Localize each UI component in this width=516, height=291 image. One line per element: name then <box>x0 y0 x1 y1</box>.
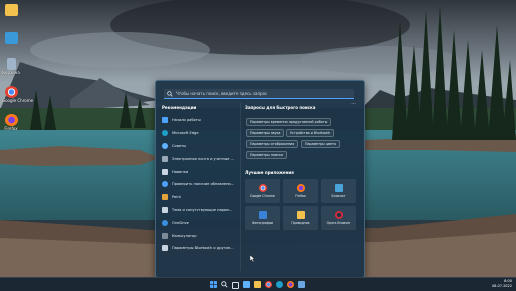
chrome-icon <box>258 184 267 192</box>
list-item-mail-accounts[interactable]: Электронная почта и учетные ... <box>162 152 237 165</box>
paint-icon <box>162 194 168 201</box>
recommended-title: Рекомендации <box>162 105 197 110</box>
column-divider <box>240 103 241 271</box>
store-icon[interactable] <box>298 281 305 288</box>
quick-search-chip[interactable]: Параметры отображения <box>246 140 299 148</box>
top-app-opera[interactable]: Opera Browser <box>321 206 356 230</box>
quick-search-chip[interactable]: Параметры звука <box>246 129 285 137</box>
recycle-bin-icon <box>6 58 16 70</box>
list-item-theme[interactable]: Тема и сопутствующие парам... <box>162 204 237 217</box>
this-pc-icon <box>4 32 18 44</box>
list-item-check-updates[interactable]: Проверить наличие обновлени... <box>162 178 237 191</box>
desktop-icon-folder[interactable] <box>2 4 20 16</box>
list-item-bluetooth[interactable]: Параметры Bluetooth и другие... <box>162 242 237 255</box>
notepad-icon <box>334 184 343 192</box>
folder-icon <box>4 4 18 16</box>
more-icon[interactable]: ··· <box>351 102 356 107</box>
firefox-icon <box>4 114 18 126</box>
photos-icon <box>258 211 267 219</box>
desktop-icon-this-pc[interactable] <box>2 32 20 44</box>
search-box[interactable]: Чтобы начать поиск, введите здесь запрос <box>164 89 354 99</box>
list-item-edge[interactable]: Microsoft Edge <box>162 127 237 140</box>
onedrive-icon <box>162 219 168 226</box>
tips-icon <box>162 142 168 149</box>
edge-icon <box>162 130 168 137</box>
firefox-icon[interactable] <box>287 281 294 288</box>
top-apps-title: Лучшие приложения <box>245 170 294 175</box>
search-panel: Чтобы начать поиск, введите здесь запрос… <box>155 80 365 278</box>
quick-search-chip[interactable]: Параметры цвета <box>301 140 340 148</box>
clock-date: 08.07.2022 <box>491 284 512 288</box>
quick-search-chip[interactable]: Параметры временно продуктивной работы <box>246 118 332 126</box>
theme-icon <box>162 206 168 213</box>
explorer-icon <box>296 211 305 219</box>
taskbar: 8:00 08.07.2022 <box>0 277 516 291</box>
search-icon[interactable] <box>221 281 228 288</box>
explorer-icon[interactable] <box>254 281 261 288</box>
start-icon[interactable] <box>210 281 217 288</box>
update-icon <box>162 181 168 188</box>
list-item-getting-started[interactable]: Начало работы <box>162 114 237 127</box>
desktop-icon-recycle-bin[interactable]: Корзина <box>2 58 20 75</box>
top-app-firefox[interactable]: Firefox <box>283 179 318 203</box>
firefox-icon <box>296 184 305 192</box>
quick-searches-title: Запросы для быстрого поиска <box>245 105 316 110</box>
edge-icon[interactable] <box>276 281 283 288</box>
list-item-tips[interactable]: Советы <box>162 140 237 153</box>
mail-icon <box>162 155 168 162</box>
bluetooth-icon <box>162 245 168 252</box>
quick-search-chip[interactable]: Параметры поиска <box>246 151 287 159</box>
getting-started-icon <box>162 117 168 124</box>
mouse-cursor-icon <box>250 255 255 262</box>
clock[interactable]: 8:00 08.07.2022 <box>492 279 512 289</box>
news-icon <box>162 168 168 175</box>
opera-icon <box>334 211 343 219</box>
list-item-paint[interactable]: Paint <box>162 191 237 204</box>
top-app-chrome[interactable]: Google Chrome <box>245 179 280 203</box>
top-app-notepad[interactable]: Блокнот <box>321 179 356 203</box>
chrome-icon[interactable] <box>265 281 272 288</box>
desktop-icon-chrome[interactable]: Google Chrome <box>2 86 33 103</box>
search-placeholder: Чтобы начать поиск, введите здесь запрос <box>176 91 268 96</box>
search-icon <box>167 90 173 97</box>
list-item-onedrive[interactable]: OneDrive <box>162 216 237 229</box>
desktop-icon-firefox[interactable]: Firefox <box>2 114 20 131</box>
calculator-icon <box>162 232 168 239</box>
widgets-icon[interactable] <box>243 281 250 288</box>
top-app-photos[interactable]: Фотографии <box>245 206 280 230</box>
top-app-explorer[interactable]: Проводник <box>283 206 318 230</box>
chrome-icon <box>4 86 18 98</box>
quick-search-chip[interactable]: Устройства и Bluetooth <box>286 129 334 137</box>
recommended-list: Начало работы Microsoft Edge Советы Элек… <box>162 114 237 255</box>
task-view-icon[interactable] <box>232 282 239 289</box>
list-item-calculator[interactable]: Калькулятор <box>162 229 237 242</box>
list-item-whats-new[interactable]: Новинки <box>162 165 237 178</box>
